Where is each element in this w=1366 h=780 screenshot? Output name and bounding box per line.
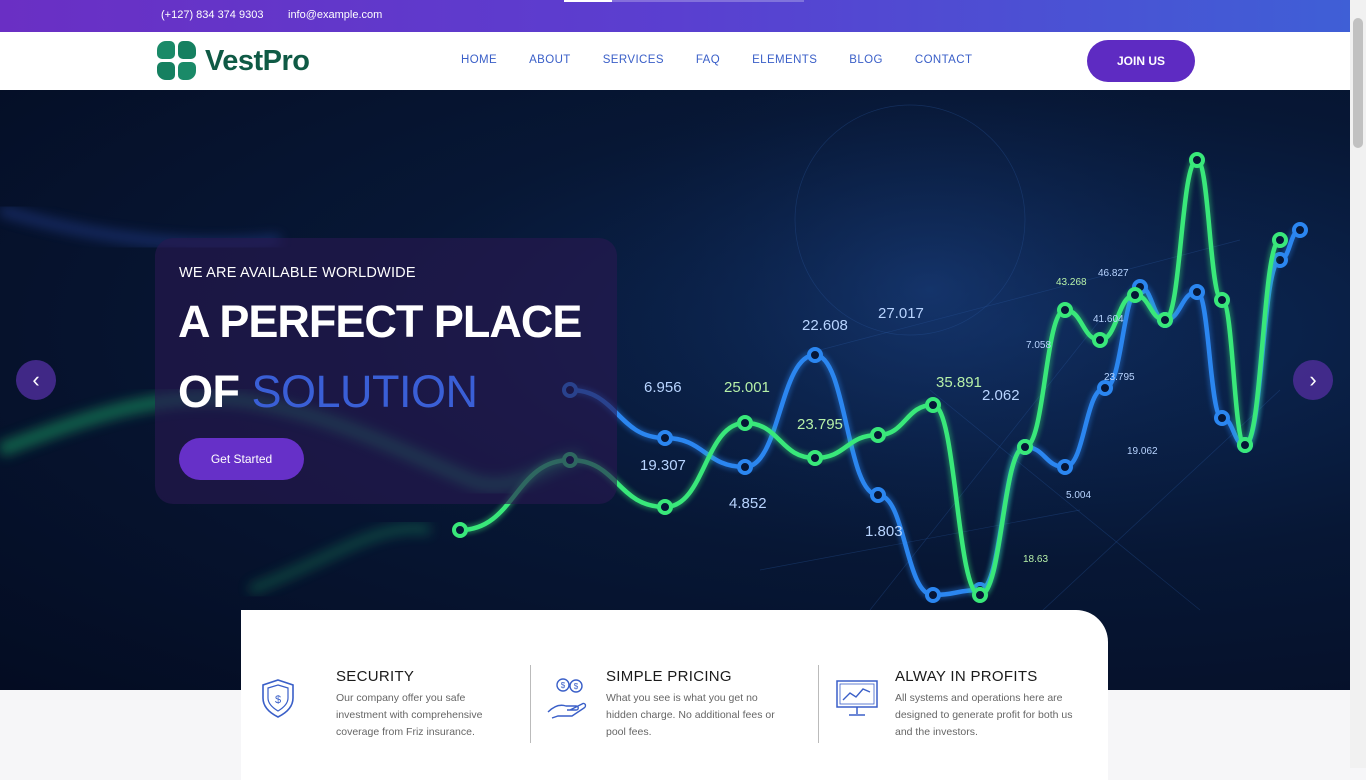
chart-value-label: 18.63	[1023, 554, 1048, 565]
green-line-point	[807, 450, 823, 466]
chevron-left-icon: ‹	[32, 367, 40, 392]
chart-value-label: 1.803	[865, 523, 903, 540]
hero-title-accent: SOLUTION	[251, 366, 479, 417]
feature-text: Our company offer you safe investment wi…	[336, 692, 483, 738]
chart-value-label: 46.827	[1098, 268, 1129, 279]
divider	[818, 665, 819, 743]
chart-value-label: 2.062	[982, 387, 1020, 404]
chart-value-label: 23.795	[1104, 372, 1135, 383]
chart-value-label: 22.608	[802, 317, 848, 334]
feature-title: SECURITY	[336, 668, 415, 685]
nav-elements[interactable]: ELEMENTS	[752, 54, 817, 66]
divider	[530, 665, 531, 743]
nav-home[interactable]: HOME	[461, 54, 497, 66]
top-bar: (+127) 834 374 9303 info@example.com	[0, 0, 1350, 32]
chart-value-label: 25.001	[724, 379, 770, 396]
nav-blog[interactable]: BLOG	[849, 54, 883, 66]
green-line-point	[972, 587, 988, 603]
chart-value-label: 19.062	[1127, 446, 1158, 457]
blue-line-point	[925, 587, 941, 603]
chart-value-label: 41.604	[1093, 314, 1124, 325]
feature-text: All systems and operations here are desi…	[895, 692, 1073, 738]
hero-title-line2: OF SOLUTION	[178, 366, 478, 418]
logo-icon	[157, 41, 197, 81]
chart-value-label: 6.956	[644, 379, 682, 396]
main-nav: HOME ABOUT SERVICES FAQ ELEMENTS BLOG CO…	[461, 54, 1004, 66]
chart-value-label: 19.307	[640, 457, 686, 474]
blue-line-point	[657, 430, 673, 446]
nav-faq[interactable]: FAQ	[696, 54, 720, 66]
join-us-button[interactable]: JOIN US	[1087, 40, 1195, 82]
green-line-point	[1127, 287, 1143, 303]
progress-bar	[564, 0, 804, 2]
green-line-point	[1157, 312, 1173, 328]
chart-value-label: 35.891	[936, 374, 982, 391]
feature-title: SIMPLE PRICING	[606, 668, 732, 685]
blue-line-point	[807, 347, 823, 363]
phone-number[interactable]: (+127) 834 374 9303	[161, 9, 263, 21]
get-started-button[interactable]: Get Started	[179, 438, 304, 480]
green-line-point	[737, 415, 753, 431]
green-line-point	[452, 522, 468, 538]
brand-logo[interactable]: VestPro	[157, 41, 310, 81]
nav-services[interactable]: SERVICES	[603, 54, 664, 66]
green-line-point	[870, 427, 886, 443]
blue-line-point	[1292, 222, 1308, 238]
hero-eyebrow: WE ARE AVAILABLE WORLDWIDE	[179, 265, 416, 281]
svg-text:$: $	[561, 681, 566, 690]
blue-line-point	[1097, 380, 1113, 396]
scrollbar-thumb[interactable]	[1353, 18, 1363, 148]
shield-icon: $	[262, 679, 294, 718]
chevron-right-icon: ›	[1309, 367, 1317, 392]
green-line-point	[1017, 439, 1033, 455]
svg-text:$: $	[574, 682, 579, 691]
blue-line-point	[1189, 284, 1205, 300]
chart-monitor-icon	[836, 680, 878, 716]
green-line-point	[925, 397, 941, 413]
blue-line-point	[737, 459, 753, 475]
green-line-point	[1092, 332, 1108, 348]
green-line-point	[1189, 152, 1205, 168]
slider-next-button[interactable]: ›	[1293, 360, 1333, 400]
slider-prev-button[interactable]: ‹	[16, 360, 56, 400]
svg-text:$: $	[275, 694, 281, 706]
nav-about[interactable]: ABOUT	[529, 54, 571, 66]
progress-fill	[564, 0, 612, 2]
hero-slider: 6.956 25.001 22.608 27.017 35.891 23.795 19.30…	[0, 90, 1350, 690]
hero-title-prefix: OF	[178, 366, 252, 417]
blue-line-point	[870, 487, 886, 503]
feature-text: What you see is what you get no hidden c…	[606, 692, 775, 738]
chart-value-label: 4.852	[729, 495, 767, 512]
blue-line-point	[1057, 459, 1073, 475]
features-panel: $ SECURITY Our company offer you safe in…	[241, 610, 1108, 780]
email-address[interactable]: info@example.com	[288, 9, 382, 21]
chart-value-label: 5.004	[1066, 490, 1091, 501]
feature-title: ALWAY IN PROFITS	[895, 668, 1038, 685]
green-line-point	[1057, 302, 1073, 318]
green-line-point	[1237, 437, 1253, 453]
chart-value-label: 7.058	[1026, 340, 1051, 351]
chart-value-label: 27.017	[878, 305, 924, 322]
hero-title-line1: A PERFECT PLACE	[178, 296, 582, 347]
chart-value-label: 43.268	[1056, 277, 1087, 288]
chart-value-label: 23.795	[797, 416, 843, 433]
green-line-point	[1272, 232, 1288, 248]
green-line-point	[1214, 292, 1230, 308]
hero-card: WE ARE AVAILABLE WORLDWIDE A PERFECT PLA…	[155, 238, 617, 504]
green-line-point	[657, 499, 673, 515]
coins-hand-icon: $ $	[547, 678, 587, 719]
brand-name: VestPro	[205, 44, 310, 77]
page-scrollbar[interactable]	[1350, 0, 1366, 768]
nav-contact[interactable]: CONTACT	[915, 54, 973, 66]
blue-line-point	[1214, 410, 1230, 426]
main-navbar: VestPro HOME ABOUT SERVICES FAQ ELEMENTS…	[0, 32, 1350, 90]
